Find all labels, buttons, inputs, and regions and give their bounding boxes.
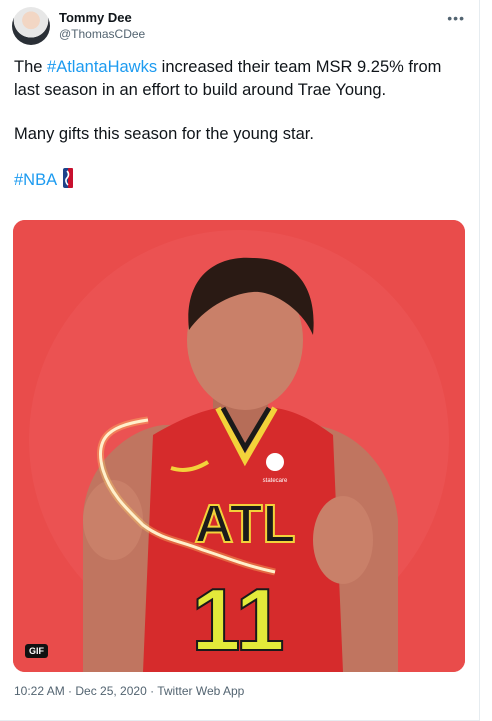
- gif-badge: GIF: [25, 644, 48, 658]
- tweet-paragraph-2: Many gifts this season for the young sta…: [14, 125, 314, 143]
- avatar[interactable]: [12, 7, 50, 45]
- tweet-paragraph-1: The #AtlantaHawks increased their team M…: [14, 56, 464, 101]
- tweet-timestamp[interactable]: 10:22 AM · Dec 25, 2020 · Twitter Web Ap…: [14, 684, 244, 698]
- jersey-text: ATL: [195, 494, 296, 554]
- hashtag-atlanta-hawks[interactable]: #AtlantaHawks: [47, 58, 157, 76]
- tweet-text: The #AtlantaHawks increased their team M…: [14, 56, 464, 191]
- more-options-icon[interactable]: •••: [447, 10, 465, 26]
- tweet-paragraph-3: #NBA: [14, 167, 464, 192]
- hashtag-nba[interactable]: #NBA: [14, 171, 57, 189]
- gif-media[interactable]: statecare ATL 11 GIF: [13, 220, 465, 672]
- tweet-header: Tommy Dee @ThomasCDee •••: [12, 4, 467, 48]
- gif-frame: statecare ATL 11: [13, 220, 465, 672]
- jersey-patch-text: statecare: [263, 478, 288, 484]
- nba-logo-icon: [63, 167, 74, 188]
- tweet-card: Tommy Dee @ThomasCDee ••• The #AtlantaHa…: [0, 0, 480, 721]
- author-names: Tommy Dee @ThomasCDee: [59, 9, 145, 43]
- text-prefix: The: [14, 58, 48, 76]
- jersey-number: 11: [191, 570, 284, 669]
- display-name[interactable]: Tommy Dee: [59, 9, 145, 26]
- handle[interactable]: @ThomasCDee: [59, 26, 145, 43]
